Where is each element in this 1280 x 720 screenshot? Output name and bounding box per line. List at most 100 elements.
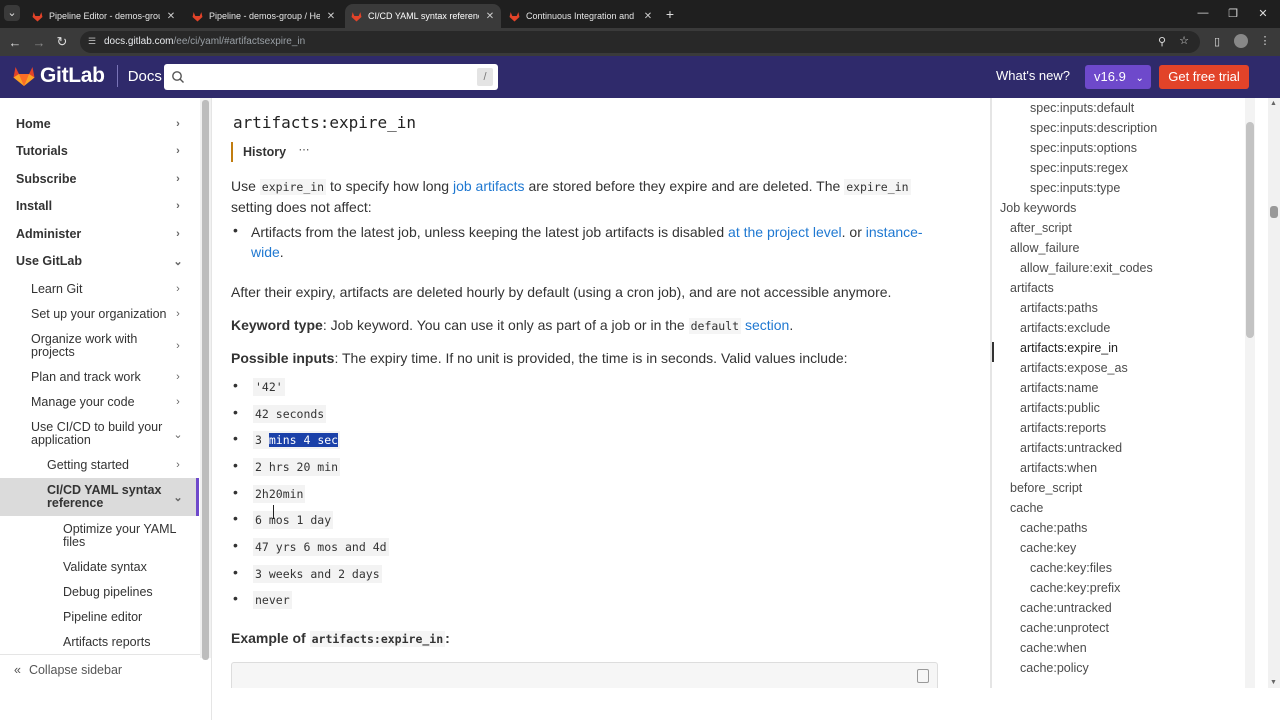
toc-item[interactable]: cache:key:files — [1030, 561, 1112, 575]
sidebar-item-validate-syntax[interactable]: Validate syntax — [63, 558, 192, 576]
default-section-link[interactable]: section — [745, 317, 789, 333]
chevron-down-icon: ⌄ — [173, 428, 183, 441]
sidebar-item-artifacts-reports[interactable]: Artifacts reports — [63, 633, 192, 651]
reload-icon[interactable]: ↻ — [55, 34, 69, 50]
sidebar-item-pipeline-editor[interactable]: Pipeline editor — [63, 608, 192, 626]
toc-scrollbar-thumb[interactable] — [1246, 122, 1254, 338]
list-item: 2 hrs 20 min — [253, 458, 341, 476]
forward-icon[interactable]: → — [32, 35, 46, 50]
scroll-up-arrow-icon[interactable]: ▲ — [1270, 100, 1277, 107]
left-sidebar: Home › Tutorials › Subscribe › Install ›… — [0, 98, 212, 720]
toc-item[interactable]: cache:policy — [1020, 661, 1089, 675]
bookmark-star-icon[interactable]: ☆ — [1178, 34, 1190, 47]
page-scrollbar[interactable]: ▲ ▼ — [1268, 98, 1280, 688]
toc-item[interactable]: artifacts:public — [1020, 401, 1100, 415]
chevron-right-icon: › — [176, 396, 180, 408]
address-bar[interactable]: ☰ docs.gitlab.com/ee/ci/yaml/#artifactse… — [80, 31, 1200, 53]
instance-wide-link[interactable]: instance- — [866, 224, 923, 240]
toc-item[interactable]: cache:untracked — [1020, 601, 1112, 615]
toc-item[interactable]: cache:paths — [1020, 521, 1087, 535]
side-panel-icon[interactable]: ▯ — [1210, 35, 1224, 48]
back-icon[interactable]: ← — [8, 35, 22, 50]
sidebar-item-subscribe[interactable]: Subscribe › — [16, 170, 192, 188]
copy-icon[interactable] — [917, 669, 929, 683]
toc-item[interactable]: cache:key:prefix — [1030, 581, 1120, 595]
toc-item[interactable]: artifacts:expose_as — [1020, 361, 1128, 375]
toc-item[interactable]: artifacts:when — [1020, 461, 1097, 475]
close-tab-icon[interactable]: ✕ — [643, 11, 653, 22]
close-window-icon[interactable]: ✕ — [1256, 7, 1270, 20]
sidebar-scrollbar-thumb[interactable] — [202, 100, 209, 660]
sidebar-item-getting-started[interactable]: Getting started › — [47, 456, 192, 474]
sidebar-item-debug-pipelines[interactable]: Debug pipelines — [63, 583, 192, 601]
toc-item[interactable]: spec:inputs:type — [1030, 181, 1120, 195]
close-tab-icon[interactable]: ✕ — [485, 11, 495, 22]
sidebar-item-manage-code[interactable]: Manage your code › — [31, 393, 192, 411]
gitlab-logo[interactable]: GitLab Docs — [12, 64, 162, 88]
sidebar-item-administer[interactable]: Administer › — [16, 225, 192, 243]
sidebar-item-home[interactable]: Home › — [16, 115, 192, 133]
browser-tab[interactable]: Pipeline Editor - demos-group / ✕ — [26, 4, 182, 28]
sidebar-item-learn-git[interactable]: Learn Git › — [31, 280, 192, 298]
toc-item[interactable]: cache:unprotect — [1020, 621, 1109, 635]
collapse-sidebar-button[interactable]: « Collapse sidebar — [0, 654, 200, 684]
restore-icon[interactable]: ❐ — [1226, 7, 1240, 20]
instance-wide-link[interactable]: wide — [251, 244, 280, 260]
toc-item[interactable]: spec:inputs:options — [1030, 141, 1137, 155]
browser-tab[interactable]: Pipeline - demos-group / Hello ✕ — [186, 4, 342, 28]
browser-tab[interactable]: Continuous Integration and De ✕ — [503, 4, 659, 28]
tab-list-icon[interactable]: ⌄ — [4, 5, 20, 21]
toc-item[interactable]: artifacts:untracked — [1020, 441, 1122, 455]
sidebar-item-use-gitlab[interactable]: Use GitLab ⌄ — [16, 252, 192, 270]
job-artifacts-link[interactable]: job artifacts — [453, 178, 525, 194]
toc-item[interactable]: Job keywords — [1000, 201, 1076, 215]
site-info-icon[interactable]: ☰ — [87, 36, 97, 47]
free-trial-button[interactable]: Get free trial — [1159, 65, 1249, 89]
browser-tab-active[interactable]: CI/CD YAML syntax reference | ✕ — [345, 4, 501, 28]
toc-item[interactable]: allow_failure:exit_codes — [1020, 261, 1153, 275]
sidebar-item-tutorials[interactable]: Tutorials › — [16, 142, 192, 160]
page-scrollbar-thumb[interactable] — [1270, 206, 1278, 218]
sidebar-item-organize-work[interactable]: Organize work with projects › — [31, 332, 192, 360]
bullet-dot: • — [233, 537, 238, 553]
search-input[interactable]: / — [164, 64, 498, 90]
zoom-icon[interactable]: ⚲ — [1156, 35, 1168, 48]
minimize-icon[interactable]: — — [1196, 7, 1210, 19]
sidebar-item-optimize-yaml[interactable]: Optimize your YAML files — [63, 522, 192, 550]
toc-item[interactable]: artifacts:expire_in — [1020, 341, 1118, 355]
toc-item[interactable]: spec:inputs:description — [1030, 121, 1157, 135]
toc-item[interactable]: allow_failure — [1010, 241, 1079, 255]
toc-item[interactable]: artifacts — [1010, 281, 1054, 295]
sidebar-item-install[interactable]: Install › — [16, 197, 192, 215]
chevron-right-icon: › — [176, 283, 180, 295]
whats-new-link[interactable]: What's new? — [996, 68, 1070, 83]
toc-item[interactable]: after_script — [1010, 221, 1072, 235]
version-dropdown[interactable]: v16.9 ⌄ — [1085, 65, 1151, 89]
sidebar-item-use-cicd[interactable]: Use CI/CD to build your application ⌄ — [31, 420, 192, 448]
sidebar-item-plan-track[interactable]: Plan and track work › — [31, 368, 192, 386]
scroll-down-arrow-icon[interactable]: ▼ — [1270, 679, 1277, 686]
toc-item[interactable]: before_script — [1010, 481, 1082, 495]
more-icon[interactable]: ⋯ — [296, 142, 312, 160]
sidebar-item-cicd-yaml-reference[interactable]: CI/CD YAML syntax reference ⌄ — [0, 478, 198, 516]
close-tab-icon[interactable]: ✕ — [166, 11, 176, 22]
history-toggle[interactable]: History — [243, 145, 286, 159]
toc-item[interactable]: artifacts:exclude — [1020, 321, 1110, 335]
possible-inputs-paragraph: Possible inputs: The expiry time. If no … — [231, 350, 848, 366]
browser-tab-strip: ⌄ Pipeline Editor - demos-group / ✕ Pipe… — [0, 0, 1280, 28]
toc-item[interactable]: spec:inputs:regex — [1030, 161, 1128, 175]
sidebar-item-set-up-organization[interactable]: Set up your organization › — [31, 305, 192, 323]
toc-item[interactable]: artifacts:paths — [1020, 301, 1098, 315]
new-tab-button[interactable]: + — [662, 6, 678, 22]
toc-item[interactable]: spec:inputs:default — [1030, 101, 1134, 115]
toc-item[interactable]: cache:when — [1020, 641, 1087, 655]
list-item: never — [253, 591, 292, 609]
project-level-link[interactable]: at the project level — [728, 224, 842, 240]
toc-item[interactable]: artifacts:reports — [1020, 421, 1106, 435]
browser-menu-icon[interactable]: ⋮ — [1258, 34, 1272, 47]
profile-avatar[interactable] — [1234, 34, 1248, 48]
toc-item[interactable]: cache:key — [1020, 541, 1076, 555]
close-tab-icon[interactable]: ✕ — [326, 11, 336, 22]
toc-item[interactable]: cache — [1010, 501, 1043, 515]
toc-item[interactable]: artifacts:name — [1020, 381, 1099, 395]
